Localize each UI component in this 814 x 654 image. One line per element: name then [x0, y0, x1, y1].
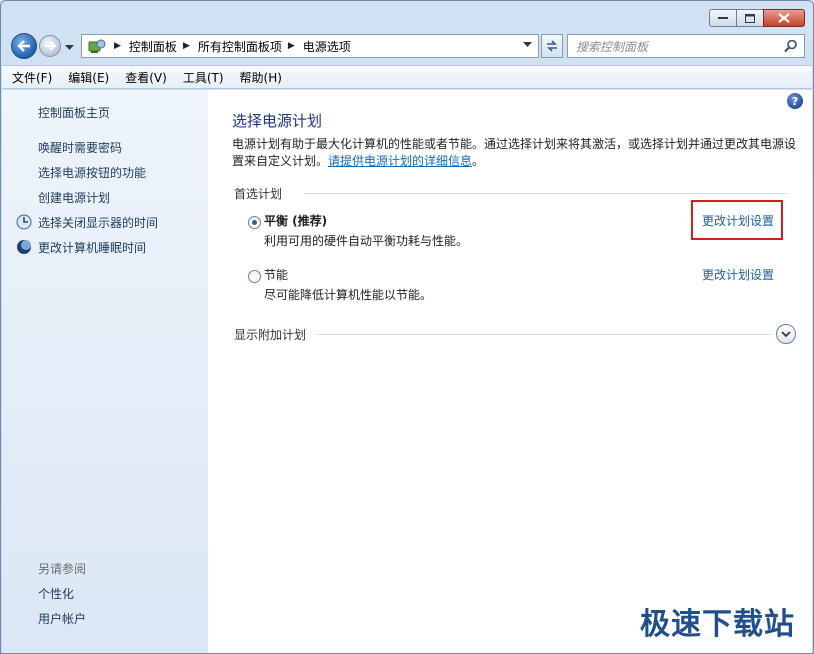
sleep-moon-icon: [16, 239, 32, 255]
maximize-icon: [745, 13, 755, 23]
address-bar[interactable]: ▶ 控制面板 ▶ 所有控制面板项 ▶ 电源选项: [81, 34, 539, 58]
see-also-personalization-link[interactable]: 个性化: [38, 585, 74, 602]
back-button[interactable]: [11, 33, 37, 59]
highlight-annotation-box: [691, 200, 783, 240]
minimize-button[interactable]: [709, 9, 737, 27]
menu-help[interactable]: 帮助(H): [240, 69, 282, 86]
plan-power-saver-name[interactable]: 节能: [264, 266, 288, 283]
refresh-icon: [547, 40, 557, 52]
navigation-bar: ▶ 控制面板 ▶ 所有控制面板项 ▶ 电源选项 搜索控制面板: [9, 31, 805, 61]
breadcrumb-separator[interactable]: ▶: [183, 41, 190, 51]
menu-bar: 文件(F) 编辑(E) 查看(V) 工具(T) 帮助(H): [2, 65, 812, 89]
task-pane: 控制面板主页 唤醒时需要密码 选择电源按钮的功能 创建电源计划 选择关闭显示器的…: [2, 90, 208, 653]
control-panel-home-link[interactable]: 控制面板主页: [38, 104, 110, 121]
arrow-left-icon: [17, 40, 30, 52]
breadcrumb-separator[interactable]: ▶: [114, 41, 121, 51]
group-divider: [304, 193, 788, 194]
description-text: 电源计划有助于最大化计算机的性能或者节能。通过选择计划来将其激活，或选择计划并通…: [232, 137, 797, 168]
menu-file[interactable]: 文件(F): [12, 69, 52, 86]
maximize-button[interactable]: [736, 9, 764, 27]
minimize-icon: [718, 17, 728, 19]
sidebar-link-power-buttons[interactable]: 选择电源按钮的功能: [38, 164, 146, 181]
plan-balanced-description: 利用可用的硬件自动平衡功耗与性能。: [264, 234, 469, 248]
menu-edit[interactable]: 编辑(E): [68, 69, 109, 86]
control-panel-icon: [86, 36, 108, 56]
expand-additional-plans-button[interactable]: [776, 324, 796, 344]
description-end: 。: [472, 154, 485, 168]
change-plan-settings-power-saver-link[interactable]: 更改计划设置: [702, 266, 774, 283]
close-icon: [778, 13, 790, 23]
chevron-down-icon: [65, 45, 74, 50]
recent-pages-dropdown[interactable]: [65, 40, 74, 54]
plan-balanced-radio[interactable]: [248, 216, 261, 229]
plan-power-saver-description: 尽可能降低计算机性能以节能。: [264, 288, 433, 302]
see-also-heading: 另请参阅: [38, 562, 87, 576]
breadcrumb-all-items[interactable]: 所有控制面板项: [198, 38, 282, 55]
plan-details-link[interactable]: 请提供电源计划的详细信息: [328, 154, 472, 168]
display-timer-icon: [16, 214, 32, 230]
search-input[interactable]: 搜索控制面板: [567, 34, 805, 58]
menu-tools[interactable]: 工具(T): [183, 69, 224, 86]
close-button[interactable]: [763, 9, 805, 27]
refresh-button[interactable]: [541, 34, 563, 58]
group-divider: [316, 334, 772, 335]
plan-balanced-name[interactable]: 平衡 (推荐): [264, 212, 327, 229]
main-content: ? 选择电源计划 电源计划有助于最大化计算机的性能或者节能。通过选择计划来将其激…: [208, 90, 812, 653]
see-also-user-accounts-link[interactable]: 用户帐户: [38, 610, 86, 627]
chevron-down-icon: [523, 42, 532, 47]
sidebar-link-sleep-time[interactable]: 更改计算机睡眠时间: [38, 239, 146, 256]
window-controls: [709, 9, 805, 27]
forward-button[interactable]: [39, 35, 61, 57]
search-icon[interactable]: [784, 39, 798, 56]
page-description: 电源计划有助于最大化计算机的性能或者节能。通过选择计划来将其激活，或选择计划并通…: [232, 136, 804, 170]
address-dropdown-button[interactable]: [523, 41, 532, 51]
additional-plans-heading[interactable]: 显示附加计划: [234, 326, 306, 343]
power-options-window: ▶ 控制面板 ▶ 所有控制面板项 ▶ 电源选项 搜索控制面板 文件(F) 编辑(…: [0, 0, 814, 654]
chevron-down-icon: [781, 331, 791, 338]
help-icon[interactable]: ?: [787, 93, 803, 109]
sidebar-link-display-off-time[interactable]: 选择关闭显示器的时间: [38, 214, 158, 231]
arrow-right-icon: [45, 41, 56, 51]
preferred-plans-heading: 首选计划: [234, 187, 283, 201]
sidebar-link-create-plan[interactable]: 创建电源计划: [38, 189, 110, 206]
plan-power-saver-radio[interactable]: [248, 270, 261, 283]
menu-view[interactable]: 查看(V): [125, 69, 167, 86]
breadcrumb-separator[interactable]: ▶: [288, 41, 295, 51]
breadcrumb-power-options[interactable]: 电源选项: [303, 38, 351, 55]
page-title: 选择电源计划: [232, 112, 323, 130]
site-watermark: 极速下载站: [640, 607, 795, 642]
breadcrumb-control-panel[interactable]: 控制面板: [129, 38, 177, 55]
sidebar-link-wake-password[interactable]: 唤醒时需要密码: [38, 139, 122, 156]
search-placeholder: 搜索控制面板: [576, 39, 649, 54]
